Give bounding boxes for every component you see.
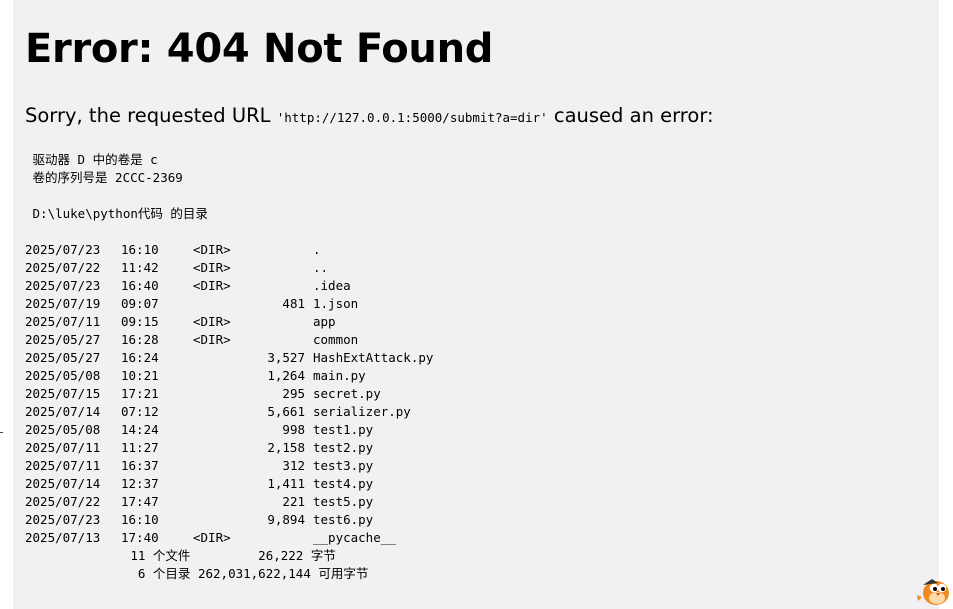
entry-name: app [313, 314, 336, 329]
entry-dir-marker: <DIR> [193, 530, 231, 545]
requested-url: 'http://127.0.0.1:5000/submit?a=dir' [276, 110, 548, 125]
entry-date: 2025/07/14 [25, 476, 101, 491]
entry-date: 2025/07/23 [25, 242, 101, 257]
entry-size: 2,158 [267, 440, 305, 455]
entry-size: 9,894 [267, 512, 305, 527]
entry-name: test5.py [313, 494, 374, 509]
entry-date: 2025/07/22 [25, 494, 101, 509]
volume-text: 驱动器 D 中的卷是 c [25, 152, 158, 167]
entry-time: 10:21 [121, 368, 159, 383]
entry-time: 16:28 [121, 332, 159, 347]
entry-time: 16:10 [121, 512, 159, 527]
entry-date: 2025/05/27 [25, 332, 101, 347]
entry-date: 2025/07/23 [25, 278, 101, 293]
entry-name: test2.py [313, 440, 374, 455]
entry-name: HashExtAttack.py [313, 350, 434, 365]
entry-date: 2025/07/15 [25, 386, 101, 401]
entry-time: 17:47 [121, 494, 159, 509]
entry-date: 2025/07/13 [25, 530, 101, 545]
entry-name: __pycache__ [313, 530, 396, 545]
entry-date: 2025/07/14 [25, 404, 101, 419]
entry-time: 11:27 [121, 440, 159, 455]
entry-date: 2025/07/11 [25, 458, 101, 473]
entry-name: test3.py [313, 458, 374, 473]
entry-time: 09:07 [121, 296, 159, 311]
entry-name: .idea [313, 278, 351, 293]
entry-dir-marker: <DIR> [193, 332, 231, 347]
entry-time: 12:37 [121, 476, 159, 491]
entry-size: 1,264 [267, 368, 305, 383]
entry-date: 2025/05/08 [25, 368, 101, 383]
entry-name: test6.py [313, 512, 374, 527]
entry-size: 1,411 [267, 476, 305, 491]
entry-time: 16:40 [121, 278, 159, 293]
error-message: Sorry, the requested URL 'http://127.0.0… [25, 104, 714, 127]
entry-date: 2025/07/19 [25, 296, 101, 311]
entry-time: 17:40 [121, 530, 159, 545]
entry-date: 2025/05/08 [25, 422, 101, 437]
page-title: Error: 404 Not Found [25, 26, 494, 72]
entry-name: serializer.py [313, 404, 411, 419]
edge-mark [0, 432, 3, 433]
entry-name: 1.json [313, 296, 359, 311]
entry-name: . [313, 242, 321, 257]
bird-mascot-icon[interactable] [914, 568, 953, 608]
entry-time: 16:37 [121, 458, 159, 473]
files-summary: 11 个文件 26,222 字节 [25, 548, 336, 563]
entry-name: test4.py [313, 476, 374, 491]
entry-time: 09:15 [121, 314, 159, 329]
entry-date: 2025/07/22 [25, 260, 101, 275]
entry-date: 2025/05/27 [25, 350, 101, 365]
entry-size: 3,527 [267, 350, 305, 365]
entry-size: 5,661 [267, 404, 305, 419]
entry-size: 221 [282, 494, 305, 509]
entry-time: 16:24 [121, 350, 159, 365]
entry-size: 481 [282, 296, 305, 311]
dirs-summary: 6 个目录 262,031,622,144 可用字节 [25, 566, 369, 581]
entry-name: secret.py [313, 386, 381, 401]
entry-dir-marker: <DIR> [193, 314, 231, 329]
entry-name: .. [313, 260, 329, 275]
entry-size: 295 [282, 386, 305, 401]
entry-dir-marker: <DIR> [193, 260, 231, 275]
entry-time: 11:42 [121, 260, 159, 275]
serial-text: 卷的序列号是 2CCC-2369 [25, 170, 183, 185]
entry-date: 2025/07/11 [25, 440, 101, 455]
error-message-prefix: Sorry, the requested URL [25, 104, 277, 127]
entry-name: test1.py [313, 422, 374, 437]
entry-time: 17:21 [121, 386, 159, 401]
entry-date: 2025/07/23 [25, 512, 101, 527]
error-page: Error: 404 Not Found Sorry, the requeste… [13, 0, 939, 609]
entry-size: 998 [282, 422, 305, 437]
entry-name: main.py [313, 368, 366, 383]
entry-dir-marker: <DIR> [193, 242, 231, 257]
entry-time: 16:10 [121, 242, 159, 257]
entry-name: common [313, 332, 359, 347]
entry-date: 2025/07/11 [25, 314, 101, 329]
entry-size: 312 [282, 458, 305, 473]
error-message-suffix: caused an error: [547, 104, 714, 127]
entry-dir-marker: <DIR> [193, 278, 231, 293]
entry-time: 07:12 [121, 404, 159, 419]
entry-time: 14:24 [121, 422, 159, 437]
directory-of-text: D:\luke\python代码 的目录 [25, 206, 208, 221]
